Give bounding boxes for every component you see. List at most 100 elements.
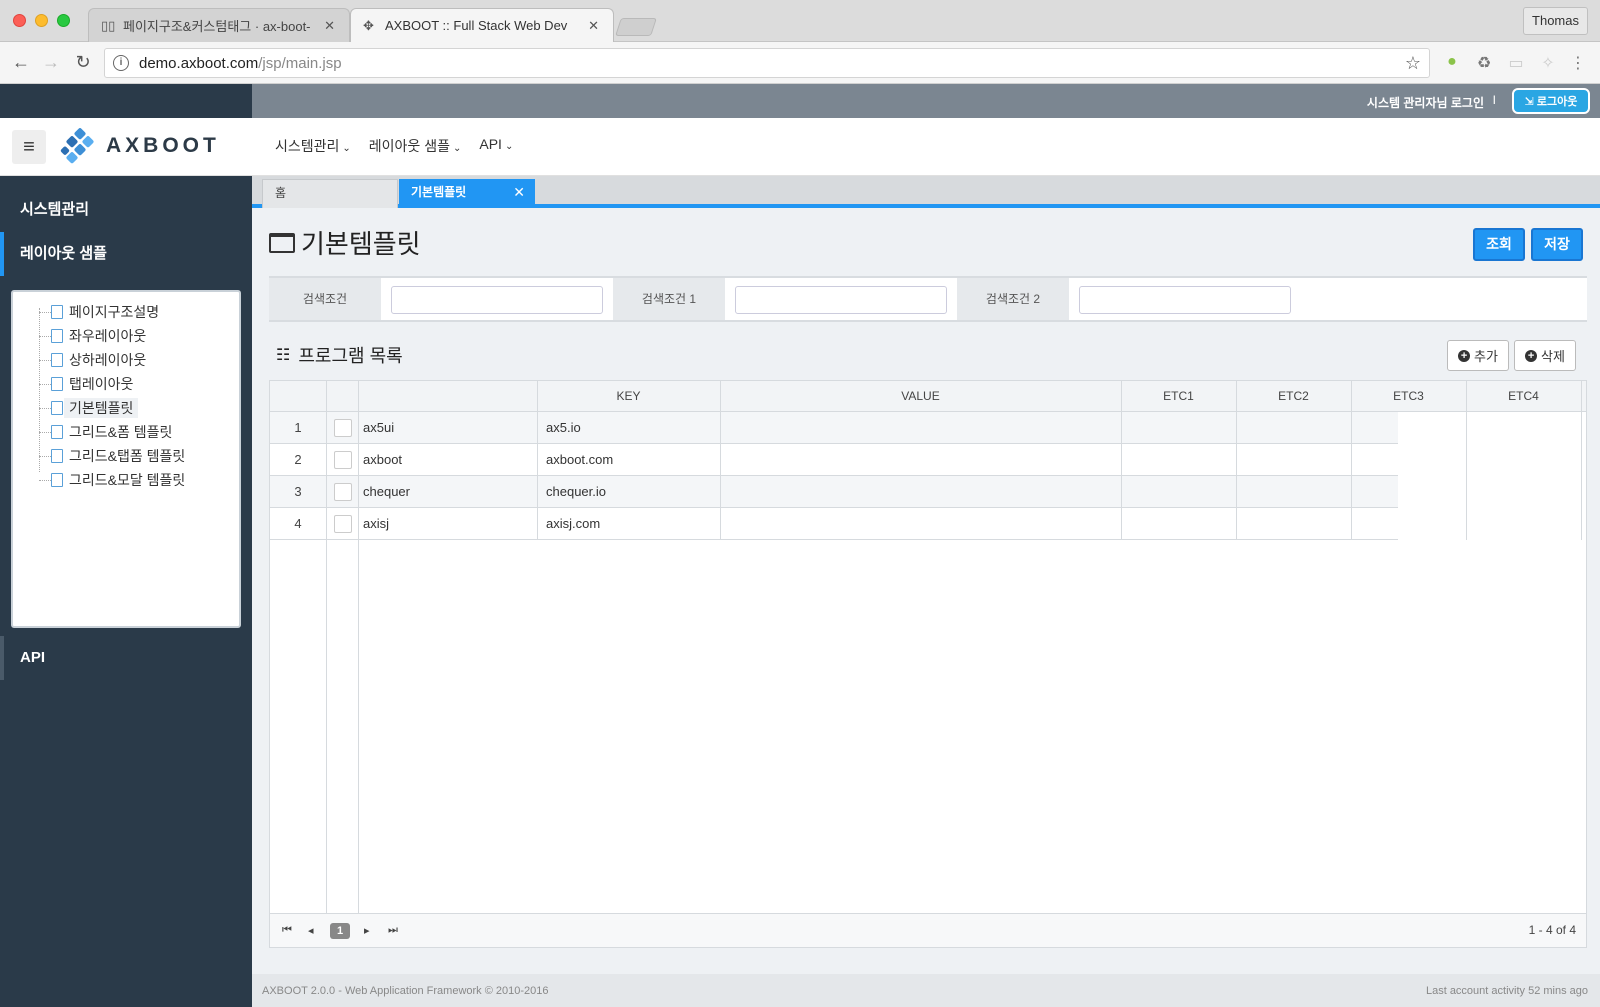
forward-arrow-icon[interactable]: → bbox=[40, 52, 62, 73]
column-header-etc2[interactable]: ETC2 bbox=[1236, 381, 1351, 412]
search-condition-2-input[interactable] bbox=[1079, 286, 1291, 314]
minimize-window-button[interactable] bbox=[35, 14, 48, 27]
list-header: ☷ 프로그램 목록 bbox=[276, 342, 403, 368]
info-icon[interactable]: i bbox=[113, 55, 129, 71]
tab-basic-template[interactable]: 기본템플릿 ✕ bbox=[399, 179, 535, 208]
table-row[interactable]: 4 axisj axisj.com bbox=[270, 508, 1398, 540]
window-icon bbox=[269, 232, 295, 253]
table-row[interactable]: 1 ax5ui ax5.io bbox=[270, 412, 1398, 444]
footer-copyright: AXBOOT 2.0.0 - Web Application Framework… bbox=[262, 985, 549, 997]
sidebar-item-layout-sample[interactable]: 레이아웃 샘플 bbox=[0, 232, 252, 276]
tree-item[interactable]: 페이지구조설명 bbox=[13, 300, 239, 324]
book-icon: ▯▯ bbox=[101, 17, 116, 33]
grid-footer: ⏮ ◂ 1 ▸ ⏭ 1 - 4 of 4 bbox=[270, 913, 1586, 947]
row-checkbox[interactable] bbox=[334, 419, 352, 437]
search-condition-label: 검색조건 bbox=[269, 278, 381, 320]
tab-home[interactable]: 홈 bbox=[262, 179, 398, 208]
sidebar-item-api[interactable]: API bbox=[0, 636, 252, 680]
search-form: 검색조건 검색조건 1 검색조건 2 bbox=[269, 276, 1587, 322]
last-page-icon[interactable]: ⏭ bbox=[388, 924, 398, 937]
table-row[interactable]: 2 axboot axboot.com bbox=[270, 444, 1398, 476]
close-tab-icon[interactable]: ✕ bbox=[324, 18, 335, 34]
axboot-app: 시스템 관리자님 로그인 I ⇲ 로그아웃 ≡ AXBOOT 시스템관리 ⌄ 레이… bbox=[0, 84, 1600, 1007]
top-menu-layout-sample[interactable]: 레이아웃 샘플 ⌄ bbox=[369, 136, 462, 156]
search-button[interactable]: 조회 bbox=[1473, 228, 1525, 261]
profile-button[interactable]: Thomas bbox=[1523, 7, 1588, 35]
table-row[interactable]: 3 chequer chequer.io bbox=[270, 476, 1398, 508]
address-bar-row: ← → ↻ i demo.axboot.com/jsp/main.jsp ☆ ●… bbox=[0, 42, 1600, 84]
tree-item-selected[interactable]: 기본템플릿 bbox=[13, 396, 239, 420]
more-menu-icon[interactable]: ⋮ bbox=[1568, 53, 1588, 73]
column-header-etc4[interactable]: ETC4 bbox=[1466, 381, 1581, 412]
column-header-etc1[interactable]: ETC1 bbox=[1121, 381, 1236, 412]
search-condition-1-input[interactable] bbox=[735, 286, 947, 314]
save-button[interactable]: 저장 bbox=[1531, 228, 1583, 261]
logout-button[interactable]: ⇲ 로그아웃 bbox=[1512, 88, 1590, 114]
current-page[interactable]: 1 bbox=[330, 923, 350, 939]
browser-tab-axboot[interactable]: ✥ AXBOOT :: Full Stack Web Dev ✕ bbox=[350, 8, 614, 42]
puzzle-extension-icon[interactable]: ✧ bbox=[1538, 53, 1558, 73]
search-condition-input[interactable] bbox=[391, 286, 603, 314]
app-footer: AXBOOT 2.0.0 - Web Application Framework… bbox=[252, 974, 1600, 1007]
cell-key[interactable]: axboot bbox=[363, 444, 402, 475]
close-tab-icon[interactable]: ✕ bbox=[588, 18, 599, 34]
top-menu-api[interactable]: API ⌄ bbox=[479, 136, 513, 156]
axboot-logo-icon: ✥ bbox=[363, 17, 374, 33]
cell-value[interactable]: axisj.com bbox=[546, 508, 600, 539]
file-icon bbox=[51, 305, 63, 319]
bookmark-star-icon[interactable]: ☆ bbox=[1405, 53, 1421, 74]
axboot-logo-icon bbox=[60, 128, 94, 164]
file-icon bbox=[51, 425, 63, 439]
next-page-icon[interactable]: ▸ bbox=[364, 924, 370, 937]
new-tab-button[interactable] bbox=[615, 18, 657, 36]
first-page-icon[interactable]: ⏮ bbox=[282, 924, 292, 937]
browser-tab-page-structure[interactable]: ▯▯ 페이지구조&커스텀태그 · ax-boot- ✕ bbox=[88, 8, 350, 42]
tree-item[interactable]: 그리드&탭폼 템플릿 bbox=[13, 444, 239, 468]
android-extension-icon[interactable]: ● bbox=[1442, 53, 1462, 71]
row-checkbox[interactable] bbox=[334, 515, 352, 533]
back-arrow-icon[interactable]: ← bbox=[10, 52, 32, 73]
camera-extension-icon[interactable]: ▭ bbox=[1506, 53, 1526, 73]
tree-item[interactable]: 탭레이아웃 bbox=[13, 372, 239, 396]
logo-text[interactable]: AXBOOT bbox=[106, 134, 220, 158]
main-content: 홈 기본템플릿 ✕ 기본템플릿 조회 저장 검색조건 검색조건 1 검색조건 2… bbox=[252, 176, 1600, 1007]
sidebar-tree: 페이지구조설명 좌우레이아웃 상하레이아웃 탭레이아웃 기본템플릿 그리드&폼 … bbox=[11, 290, 241, 628]
hamburger-menu-icon[interactable]: ≡ bbox=[12, 130, 46, 164]
tree-item[interactable]: 그리드&모달 템플릿 bbox=[13, 468, 239, 492]
file-icon bbox=[51, 329, 63, 343]
list-icon: ☷ bbox=[276, 347, 291, 364]
top-menu-system[interactable]: 시스템관리 ⌄ bbox=[275, 136, 351, 156]
cell-key[interactable]: chequer bbox=[363, 476, 410, 507]
logout-label: 로그아웃 bbox=[1536, 96, 1578, 108]
column-header-key[interactable]: KEY bbox=[537, 381, 720, 412]
cell-key[interactable]: ax5ui bbox=[363, 412, 394, 443]
url-path: /jsp/main.jsp bbox=[258, 54, 342, 72]
close-icon[interactable]: ✕ bbox=[513, 179, 525, 206]
tree-item[interactable]: 그리드&폼 템플릿 bbox=[13, 420, 239, 444]
prev-page-icon[interactable]: ◂ bbox=[308, 924, 314, 937]
recycle-extension-icon[interactable]: ♻ bbox=[1474, 53, 1494, 73]
sidebar-item-system[interactable]: 시스템관리 bbox=[0, 188, 252, 232]
chevron-down-icon: ⌄ bbox=[504, 141, 514, 152]
row-number: 2 bbox=[294, 452, 302, 467]
column-header-etc3[interactable]: ETC3 bbox=[1351, 381, 1466, 412]
reload-icon[interactable]: ↻ bbox=[72, 52, 94, 73]
row-checkbox[interactable] bbox=[334, 451, 352, 469]
column-header-value[interactable]: VALUE bbox=[720, 381, 1121, 412]
delete-button[interactable]: + 삭제 bbox=[1514, 340, 1576, 371]
cell-key[interactable]: axisj bbox=[363, 508, 389, 539]
cell-value[interactable]: axboot.com bbox=[546, 444, 613, 475]
cell-value[interactable]: chequer.io bbox=[546, 476, 606, 507]
cell-value[interactable]: ax5.io bbox=[546, 412, 581, 443]
search-condition-2-label: 검색조건 2 bbox=[957, 278, 1069, 320]
url-field[interactable]: i demo.axboot.com/jsp/main.jsp ☆ bbox=[104, 48, 1430, 78]
tree-item[interactable]: 상하레이아웃 bbox=[13, 348, 239, 372]
close-window-button[interactable] bbox=[13, 14, 26, 27]
file-icon bbox=[51, 401, 63, 415]
chevron-down-icon: ⌄ bbox=[342, 143, 351, 154]
add-button[interactable]: + 추가 bbox=[1447, 340, 1509, 371]
row-number: 3 bbox=[294, 484, 302, 499]
row-checkbox[interactable] bbox=[334, 483, 352, 501]
maximize-window-button[interactable] bbox=[57, 14, 70, 27]
tree-item[interactable]: 좌우레이아웃 bbox=[13, 324, 239, 348]
